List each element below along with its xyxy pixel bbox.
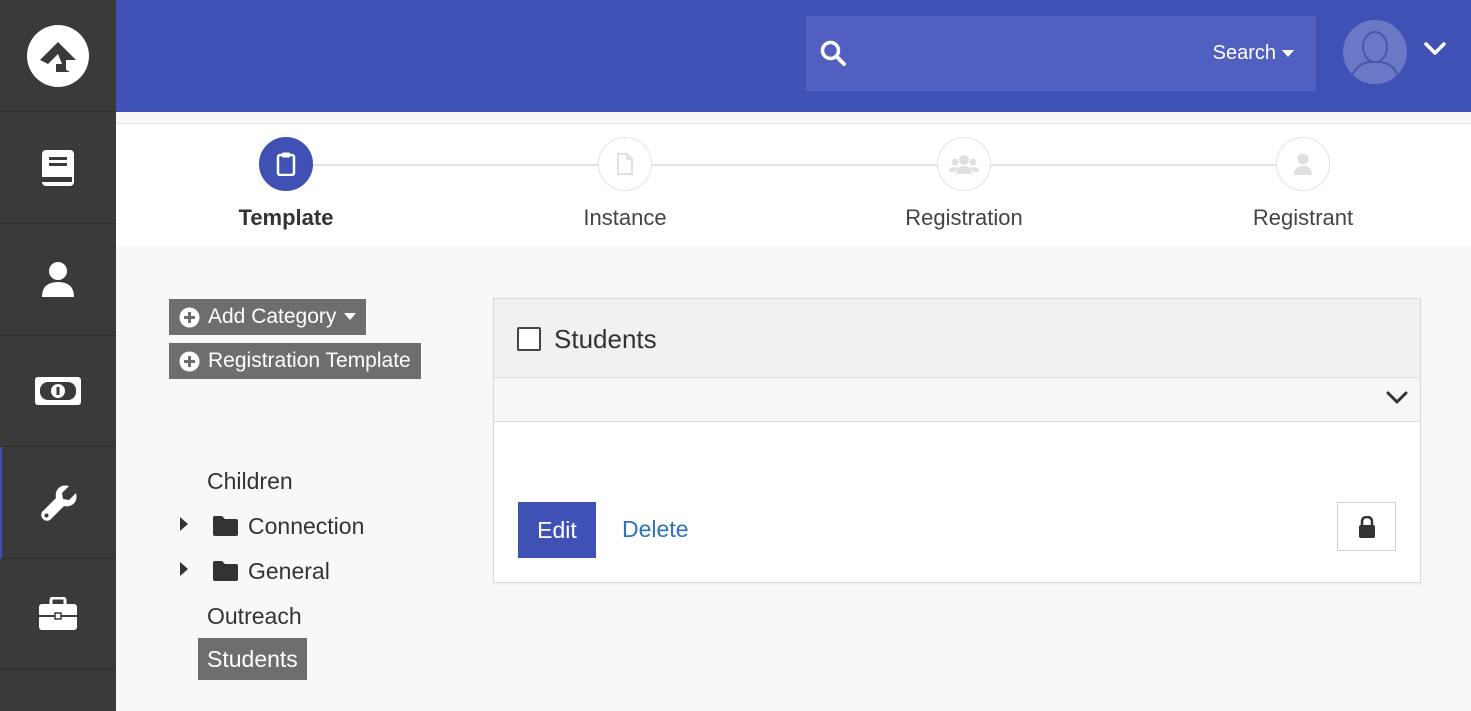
tree-item-students[interactable]: Students <box>198 638 307 680</box>
wizard-connector <box>286 164 1304 166</box>
tree-item-label: Outreach <box>207 602 302 629</box>
user-avatar-icon <box>1350 31 1400 83</box>
step-circle <box>259 137 313 191</box>
step-label: Instance <box>583 205 667 230</box>
folder-icon <box>213 561 238 581</box>
user-icon <box>1294 153 1312 175</box>
wrench-icon <box>39 483 79 523</box>
search-icon <box>820 40 846 71</box>
tree-item-children[interactable]: Children <box>207 465 293 497</box>
file-icon <box>617 153 633 175</box>
security-button[interactable] <box>1337 502 1396 551</box>
edit-button[interactable]: Edit <box>518 502 596 558</box>
add-category-label: Add Category <box>208 305 337 328</box>
rock-logo-icon[interactable] <box>0 0 116 112</box>
tree-item-label: Students <box>207 645 298 672</box>
step-circle <box>937 137 991 191</box>
clipboard-icon <box>276 152 296 176</box>
panel-heading: Students <box>494 299 1420 378</box>
plus-circle-icon <box>179 351 200 371</box>
briefcase-icon <box>38 597 78 631</box>
search-scope-dropdown[interactable]: Search <box>1213 42 1294 65</box>
step-label: Registration <box>905 205 1023 230</box>
search-bar: Search <box>806 16 1316 91</box>
tree-item-general[interactable]: General <box>213 555 330 587</box>
panel-title: Students <box>554 324 657 354</box>
book-icon <box>40 149 76 187</box>
folder-icon <box>213 516 238 536</box>
lock-icon <box>1358 515 1375 538</box>
select-checkbox[interactable] <box>517 327 541 351</box>
app-sidebar <box>0 0 116 711</box>
tree-item-label: Connection <box>248 512 365 539</box>
add-registration-template-label: Registration Template <box>208 349 411 372</box>
chevron-down-icon[interactable] <box>1386 391 1408 410</box>
tree-item-label: General <box>248 557 330 584</box>
step-circle <box>598 137 652 191</box>
avatar[interactable] <box>1343 20 1407 84</box>
step-label: Registrant <box>1252 205 1354 230</box>
sidebar-item-finance[interactable] <box>0 336 116 447</box>
caret-down-icon <box>344 313 357 320</box>
sidebar-item-books[interactable] <box>0 112 116 224</box>
tree-item-connection[interactable]: Connection <box>213 510 364 542</box>
person-icon <box>40 261 76 299</box>
sidebar-item-jobs[interactable] <box>0 559 116 670</box>
add-category-button[interactable]: Add Category <box>169 299 367 335</box>
delete-link[interactable]: Delete <box>622 516 688 543</box>
search-scope-label: Search <box>1212 42 1276 64</box>
add-registration-template-button[interactable]: Registration Template <box>169 343 421 379</box>
users-icon <box>949 155 979 174</box>
money-icon <box>34 376 82 406</box>
step-circle <box>1276 137 1330 191</box>
caret-right-icon[interactable] <box>180 562 188 581</box>
panel-drawer <box>494 378 1420 422</box>
sidebar-item-people[interactable] <box>0 224 116 336</box>
plus-circle-icon <box>179 307 200 327</box>
chevron-down-icon[interactable] <box>1424 42 1446 61</box>
search-input[interactable] <box>856 34 1196 72</box>
caret-right-icon[interactable] <box>180 517 188 536</box>
tree-item-outreach[interactable]: Outreach <box>207 600 302 632</box>
caret-down-icon <box>1282 49 1294 57</box>
top-header: Search <box>116 0 1471 112</box>
wizard-steps: Template Instance Registration Registran… <box>116 123 1471 246</box>
sidebar-item-admin-tools[interactable] <box>0 447 116 559</box>
step-label: Template <box>238 205 334 230</box>
category-detail-panel: Students Edit Delete <box>493 298 1421 583</box>
tree-item-label: Children <box>207 467 293 494</box>
